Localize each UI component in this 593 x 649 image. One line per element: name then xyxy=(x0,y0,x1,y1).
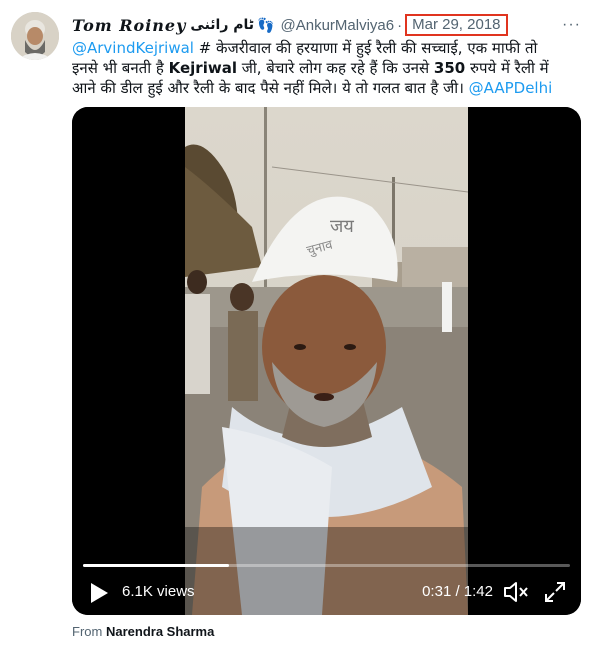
attribution-prefix: From xyxy=(72,624,103,639)
video-player[interactable]: जय चुनाव 6.1K views 0:31 / 1:42 xyxy=(72,107,581,615)
progress-bar[interactable] xyxy=(83,564,570,567)
tweet-text-bold: Kejriwal xyxy=(168,59,237,77)
tweet-text-part: जी, बेचारे लोग कह रहे हैं कि उनसे xyxy=(236,59,434,77)
video-attribution: From Narendra Sharma xyxy=(72,624,214,639)
avatar[interactable] xyxy=(11,12,59,60)
volume-muted-icon[interactable] xyxy=(503,580,529,604)
mention-link[interactable]: @ArvindKejriwal xyxy=(72,39,194,57)
play-icon[interactable] xyxy=(88,581,110,605)
cap-text: जय xyxy=(330,216,354,237)
view-count: 6.1K views xyxy=(122,583,195,600)
tweet-text: @ArvindKejriwal # केजरीवाल की हरयाणा में… xyxy=(72,38,562,98)
separator-dot: · xyxy=(397,16,403,34)
tweet-header: Tom Roiney ٹام رائنی 👣 @AnkurMalviya6 · … xyxy=(72,12,581,38)
mention-link[interactable]: @AAPDelhi xyxy=(469,79,553,97)
fullscreen-icon[interactable] xyxy=(543,580,567,604)
more-options-icon[interactable]: ··· xyxy=(562,16,581,34)
progress-fill xyxy=(83,564,230,567)
tweet-card: Tom Roiney ٹام رائنی 👣 @AnkurMalviya6 · … xyxy=(0,0,593,649)
display-name[interactable]: Tom Roiney xyxy=(72,16,186,35)
video-frame: जय चुनाव xyxy=(72,107,581,615)
attribution-source[interactable]: Narendra Sharma xyxy=(106,624,214,639)
tweet-text-bold: 350 xyxy=(433,59,466,77)
footprints-icon: 👣 xyxy=(257,16,275,33)
tweet-date[interactable]: Mar 29, 2018 xyxy=(405,14,508,36)
display-name-urdu[interactable]: ٹام رائنی xyxy=(190,17,254,33)
user-handle[interactable]: @AnkurMalviya6 xyxy=(281,17,395,34)
video-time: 0:31 / 1:42 xyxy=(422,583,493,600)
